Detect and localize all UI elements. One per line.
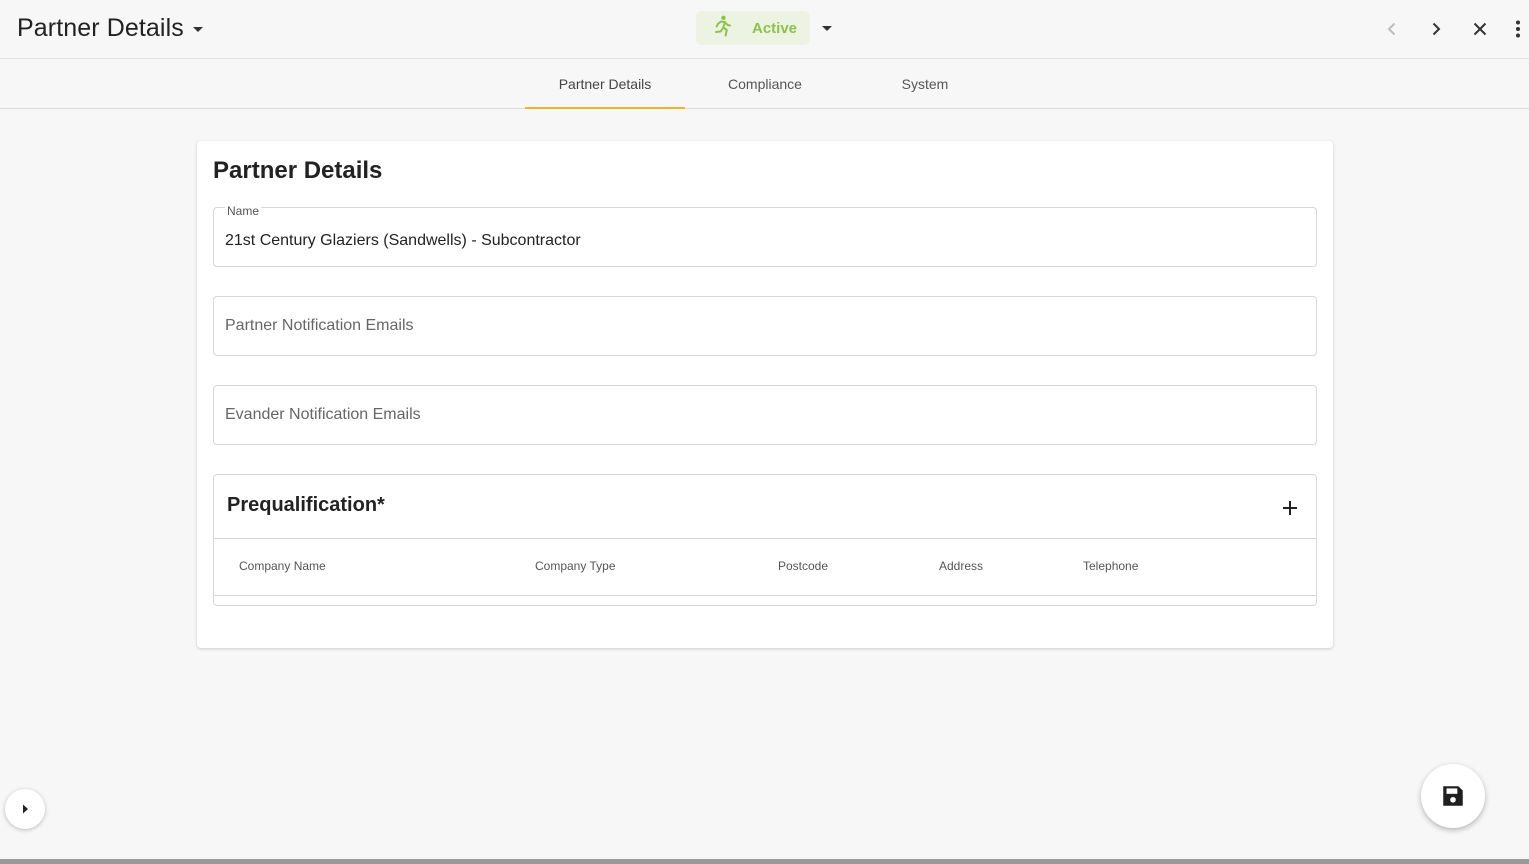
status-selector: Active	[696, 11, 836, 45]
sidebar-toggle-button[interactable]	[5, 789, 45, 829]
evander-notification-emails-placeholder: Evander Notification Emails	[225, 406, 421, 423]
chevron-left-icon	[1387, 22, 1396, 36]
close-icon	[1473, 22, 1487, 36]
plus-icon	[1283, 501, 1297, 515]
column-header-postcode[interactable]: Postcode	[778, 559, 828, 573]
prequalification-title: Prequalification*	[227, 494, 385, 516]
tab-bar: Partner Details Compliance System	[0, 60, 1529, 109]
more-vert-icon	[1516, 20, 1520, 38]
bottom-scrollbar[interactable]	[0, 859, 1529, 864]
partner-details-card: Partner Details Name 21st Century Glazie…	[197, 141, 1333, 648]
page-title-dropdown[interactable]: Partner Details	[17, 12, 203, 44]
name-field-label: Name	[225, 204, 262, 218]
floppy-disk-icon	[1443, 786, 1463, 806]
caret-down-icon	[822, 25, 832, 31]
card-title: Partner Details	[213, 157, 383, 184]
partner-notification-emails-field[interactable]: Partner Notification Emails	[213, 296, 1317, 356]
add-prequalification-button[interactable]	[1274, 493, 1306, 523]
more-options-button[interactable]	[1507, 12, 1529, 46]
close-button[interactable]	[1463, 12, 1497, 46]
chevron-right-icon	[1432, 22, 1441, 36]
next-record-button[interactable]	[1419, 12, 1453, 46]
prequalification-panel: Prequalification* Company Name Company T…	[213, 474, 1317, 606]
column-header-address[interactable]: Address	[939, 559, 983, 573]
status-label: Active	[752, 19, 798, 37]
previous-record-button[interactable]	[1375, 12, 1409, 46]
name-field[interactable]: Name 21st Century Glaziers (Sandwells) -…	[213, 204, 1317, 267]
column-header-company-type[interactable]: Company Type	[535, 559, 616, 573]
tab-compliance[interactable]: Compliance	[685, 60, 845, 108]
prequalification-header: Prequalification*	[214, 475, 1316, 539]
tab-system[interactable]: System	[845, 60, 1005, 108]
save-button[interactable]	[1421, 764, 1485, 828]
caret-down-icon	[192, 27, 203, 32]
triangle-right-icon	[23, 804, 28, 814]
top-app-bar: Partner Details Active	[0, 0, 1529, 59]
record-actions	[1375, 12, 1529, 46]
table-divider	[214, 595, 1316, 596]
page-title: Partner Details	[17, 13, 184, 42]
tab-partner-details[interactable]: Partner Details	[525, 60, 685, 109]
name-field-value: 21st Century Glaziers (Sandwells) - Subc…	[225, 232, 581, 249]
running-person-icon	[712, 15, 732, 42]
evander-notification-emails-field[interactable]: Evander Notification Emails	[213, 385, 1317, 445]
status-chip[interactable]: Active	[696, 11, 810, 45]
column-header-company-name[interactable]: Company Name	[239, 559, 326, 573]
column-header-telephone[interactable]: Telephone	[1083, 559, 1138, 573]
status-dropdown-button[interactable]	[818, 18, 836, 39]
partner-notification-emails-placeholder: Partner Notification Emails	[225, 317, 414, 334]
